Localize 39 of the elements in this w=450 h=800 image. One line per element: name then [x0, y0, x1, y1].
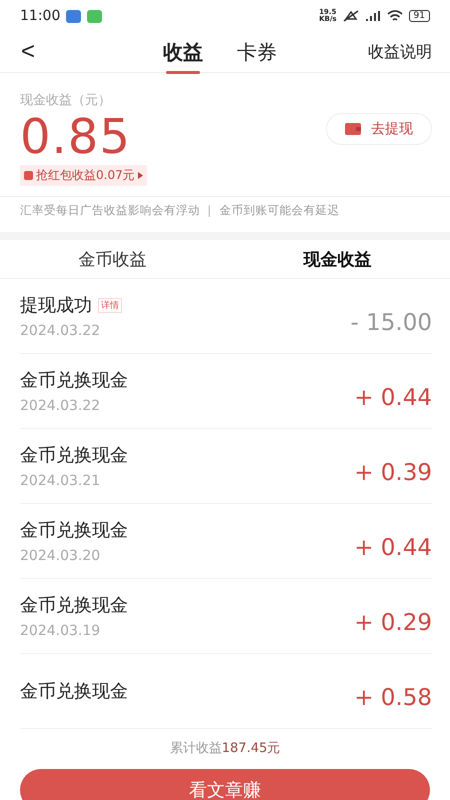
record-amount: + 0.29 — [354, 610, 432, 636]
record-amount: + 0.44 — [354, 385, 432, 411]
read-articles-button[interactable]: 看文章赚 — [20, 769, 430, 800]
record-date: 2024.03.22 — [20, 398, 102, 414]
record-date: 2024.03.21 — [20, 473, 102, 489]
balance-amount: 0.85 — [20, 109, 131, 165]
back-button[interactable]: < — [18, 38, 38, 66]
tab[interactable]: 收益 — [151, 32, 215, 72]
tab[interactable]: 现金收益 — [225, 240, 450, 278]
record-date: 2024.03.20 — [20, 548, 102, 564]
bonus-link[interactable]: 抢红包收益0.07元 — [20, 165, 147, 186]
total-earnings: 累计收益187.45元 — [170, 740, 280, 757]
record-title: 金币兑换现金 — [20, 369, 128, 392]
record-date: 2024.03.19 — [20, 623, 102, 639]
notice-text: 汇率受每日广告收益影响会有浮动 ｜ 金币到账可能会有延迟 — [19, 202, 340, 219]
arrow-icon — [138, 172, 143, 179]
record-amount: - 15.00 — [350, 310, 432, 336]
details-link[interactable]: 详情 — [98, 298, 122, 312]
record-date: 2024.03.22 — [20, 323, 102, 339]
wallet-icon — [345, 122, 361, 135]
signal-icon — [364, 10, 381, 22]
chat-icon — [87, 10, 102, 22]
app-icon — [66, 10, 82, 22]
record-title: 金币兑换现金 — [20, 519, 128, 542]
record-title: 提现成功 — [20, 294, 92, 317]
record-amount: + 0.39 — [354, 460, 432, 486]
tab[interactable]: 金币收益 — [0, 240, 225, 278]
battery-level: 91 — [408, 10, 430, 22]
tab[interactable]: 卡券 — [225, 32, 289, 72]
record-amount: + 0.44 — [354, 535, 432, 561]
record-title: 金币兑换现金 — [20, 444, 128, 467]
record-title: 金币兑换现金 — [20, 680, 128, 703]
balance-label: 现金收益（元） — [20, 92, 111, 109]
wifi-icon — [386, 10, 403, 22]
record-amount: + 0.58 — [354, 685, 432, 711]
withdraw-button[interactable]: 去提现 — [326, 112, 432, 144]
status-time: 11:00 — [20, 8, 60, 24]
record-title: 金币兑换现金 — [20, 594, 128, 617]
help-link[interactable]: 收益说明 — [368, 42, 432, 62]
